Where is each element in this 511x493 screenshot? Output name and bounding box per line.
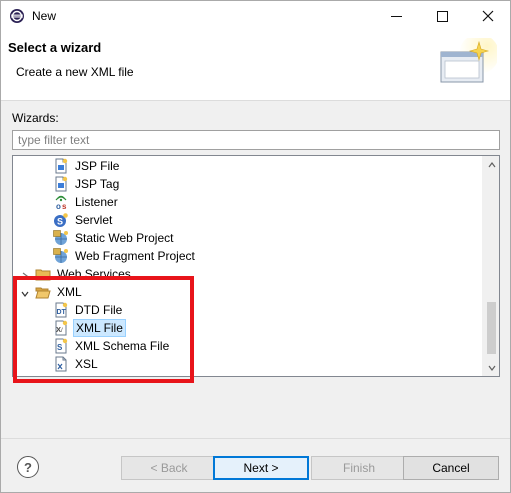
servlet-icon: S	[53, 212, 69, 228]
tree-item-xsl[interactable]: XSL	[53, 355, 499, 373]
tree-item-xml[interactable]: XML	[35, 283, 499, 301]
tree-item-servlet[interactable]: S Servlet	[53, 211, 499, 229]
tree-item-label: Web Services	[57, 267, 131, 281]
scroll-thumb[interactable]	[487, 302, 496, 354]
tree-item-label: JSP Tag	[75, 177, 120, 191]
tree-item-xml-schema-file[interactable]: S XML Schema File	[53, 337, 499, 355]
tree-item-label: XML Schema File	[75, 339, 170, 353]
xml-schema-file-icon: S	[53, 338, 69, 354]
tree-item-label: Servlet	[75, 213, 113, 227]
static-web-project-icon	[53, 230, 69, 246]
tree-item-label: Web Fragment Project	[75, 249, 195, 263]
cancel-button[interactable]: Cancel	[403, 456, 499, 480]
jsp-file-icon	[53, 158, 69, 174]
tree-item-xml-file[interactable]: X / XML File	[53, 319, 499, 337]
tree-item-label: Static Web Project	[75, 231, 174, 245]
tree-item-static-web-project[interactable]: Static Web Project	[53, 229, 499, 247]
dtd-file-icon: DT	[53, 302, 69, 318]
next-button[interactable]: Next >	[213, 456, 309, 480]
eclipse-icon	[9, 8, 25, 24]
new-wizard-dialog: New Select a wizard Create a new XML fil…	[0, 0, 511, 493]
finish-button[interactable]: Finish	[311, 456, 407, 480]
maximize-button[interactable]	[419, 1, 465, 31]
svg-text:s: s	[62, 202, 67, 210]
wizards-label: Wizards:	[12, 111, 59, 125]
folder-open-icon	[35, 284, 51, 300]
chevron-up-icon	[488, 161, 495, 167]
xsl-file-icon	[53, 356, 69, 372]
tree-item-label: XSL	[75, 357, 98, 371]
tree-item-jsp-file[interactable]: JSP File	[53, 157, 499, 175]
svg-text:DT: DT	[57, 309, 67, 316]
chevron-down-icon[interactable]	[19, 288, 31, 300]
tree-item-listener[interactable]: os Listener	[53, 193, 499, 211]
page-title: Select a wizard	[8, 40, 102, 55]
chevron-right-icon[interactable]	[19, 270, 31, 282]
tree-item-label: XML	[57, 285, 82, 299]
wizard-tree[interactable]: JSP File JSP Tag os Listener S Servlet S…	[12, 155, 500, 377]
svg-text:S: S	[57, 217, 63, 227]
tree-item-jsp-tag[interactable]: JSP Tag	[53, 175, 499, 193]
xml-file-icon: X /	[53, 320, 69, 336]
folder-icon	[35, 266, 51, 282]
tree-item-label: XML File	[73, 319, 126, 337]
filter-input[interactable]	[12, 130, 500, 150]
jsp-tag-icon	[53, 176, 69, 192]
svg-text:S: S	[57, 343, 63, 352]
back-button[interactable]: < Back	[121, 456, 217, 480]
web-fragment-project-icon	[53, 248, 69, 264]
scroll-up-button[interactable]	[483, 156, 499, 173]
title-bar: New	[1, 1, 510, 31]
close-icon	[482, 10, 494, 22]
listener-icon: os	[53, 194, 69, 211]
minimize-icon	[390, 15, 402, 17]
scroll-down-button[interactable]	[483, 359, 499, 376]
close-button[interactable]	[465, 1, 511, 31]
wizard-banner-icon	[437, 34, 499, 94]
tree-item-web-fragment-project[interactable]: Web Fragment Project	[53, 247, 499, 265]
tree-item-label: DTD File	[75, 303, 123, 317]
maximize-icon	[436, 10, 448, 22]
footer-divider	[1, 438, 510, 439]
wizard-header: Select a wizard Create a new XML file	[1, 31, 510, 101]
help-icon[interactable]: ?	[17, 456, 39, 478]
page-description: Create a new XML file	[16, 65, 134, 79]
tree-scrollbar[interactable]	[482, 156, 499, 376]
window-title: New	[32, 9, 57, 23]
minimize-button[interactable]	[373, 1, 419, 31]
tree-item-label: Listener	[75, 195, 118, 209]
chevron-down-icon	[488, 365, 495, 371]
svg-text:o: o	[56, 202, 61, 210]
tree-item-web-services[interactable]: Web Services	[35, 265, 499, 283]
tree-item-dtd-file[interactable]: DT DTD File	[53, 301, 499, 319]
tree-item-label: JSP File	[75, 159, 120, 173]
